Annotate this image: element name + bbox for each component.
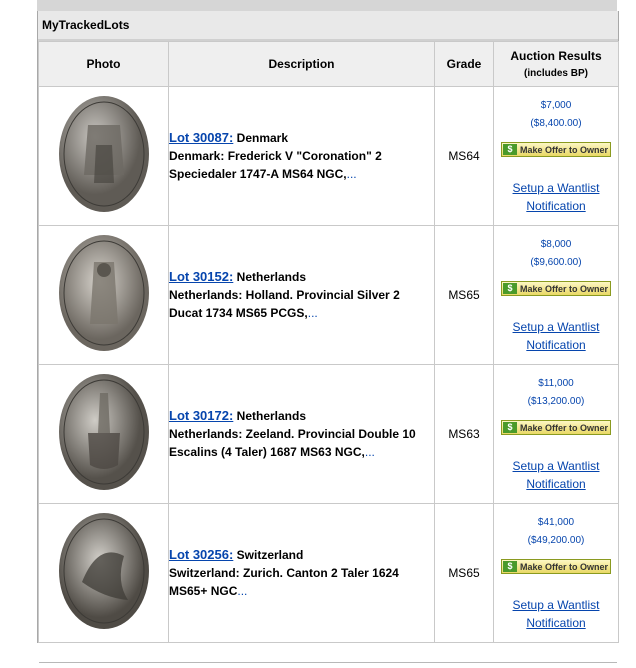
price: $8,000 [540,239,572,250]
price-bp: ($49,200.00) [527,535,585,546]
grade-cell: MS64 [434,86,494,226]
price-bp: ($8,400.00) [530,118,582,129]
dollar-icon: $ [503,561,517,572]
coin-photo[interactable] [58,512,150,630]
top-strip [37,0,617,11]
wantlist-line1: Setup a Wantlist [512,459,600,473]
price: $11,000 [538,378,574,389]
make-offer-button[interactable]: $ Make Offer to Owner [501,420,611,435]
photo-cell [38,364,169,504]
lot-description: Netherlands: Holland. Provincial Silver … [169,288,400,320]
wantlist-link[interactable]: Setup a Wantlist Notification [494,179,618,215]
header-results: Auction Results (includes BP) [493,41,619,87]
coin-photo[interactable] [58,234,150,352]
price-bp: ($13,200.00) [527,396,585,407]
wantlist-line2: Notification [526,477,586,491]
dollar-icon: $ [503,144,517,155]
lot-country: Switzerland [236,548,304,562]
dollar-icon: $ [503,283,517,294]
lot-country: Denmark [236,131,289,145]
more-link[interactable]: ... [308,306,318,320]
coin-photo[interactable] [58,373,150,491]
photo-cell [38,225,169,365]
lot-link[interactable]: Lot 30152: [169,269,233,284]
header-results-label: Auction Results [510,49,602,63]
wantlist-link[interactable]: Setup a Wantlist Notification [494,457,618,493]
wantlist-line1: Setup a Wantlist [512,598,600,612]
photo-cell [38,86,169,226]
table-row: Lot 30152: Netherlands Netherlands: Holl… [38,225,619,365]
table-row: Lot 30087: Denmark Denmark: Frederick V … [38,86,619,226]
results-cell: $11,000 ($13,200.00) $ Make Offer to Owne… [493,364,619,504]
description-cell: Lot 30172: Netherlands Netherlands: Zeel… [168,364,435,504]
lot-description: Switzerland: Zurich. Canton 2 Taler 1624… [169,566,399,598]
bottom-divider [39,662,617,663]
tracked-lots-panel: MyTrackedLots Photo Description Grade Au… [37,11,619,643]
dollar-icon: $ [503,422,517,433]
price: $41,000 [537,517,575,528]
description-cell: Lot 30152: Netherlands Netherlands: Holl… [168,225,435,365]
lot-country: Netherlands [236,409,307,423]
results-cell: $7,000 ($8,400.00) $ Make Offer to Owner … [493,86,619,226]
results-cell: $8,000 ($9,600.00) $ Make Offer to Owner … [493,225,619,365]
header-description: Description [168,41,435,87]
description-cell: Lot 30256: Switzerland Switzerland: Zuri… [168,503,435,643]
make-offer-button[interactable]: $ Make Offer to Owner [501,559,611,574]
grade-cell: MS65 [434,503,494,643]
wantlist-link[interactable]: Setup a Wantlist Notification [494,596,618,632]
wantlist-line2: Notification [526,338,586,352]
description-cell: Lot 30087: Denmark Denmark: Frederick V … [168,86,435,226]
make-offer-label: Make Offer to Owner [520,283,609,294]
price: $7,000 [540,100,572,111]
header-results-sub: (includes BP) [524,68,588,79]
lot-country: Netherlands [236,270,307,284]
more-link[interactable]: ... [365,445,375,459]
coin-photo[interactable] [58,95,150,213]
table-header-row: Photo Description Grade Auction Results … [38,41,619,87]
lots-table: Photo Description Grade Auction Results … [38,41,619,643]
photo-cell [38,503,169,643]
header-grade: Grade [434,41,494,87]
panel-title: MyTrackedLots [38,11,618,41]
lot-link[interactable]: Lot 30172: [169,408,233,423]
grade-cell: MS63 [434,364,494,504]
make-offer-button[interactable]: $ Make Offer to Owner [501,142,611,157]
lot-description: Netherlands: Zeeland. Provincial Double … [169,427,416,459]
table-row: Lot 30172: Netherlands Netherlands: Zeel… [38,364,619,504]
more-link[interactable]: ... [347,167,357,181]
more-link[interactable]: ... [237,584,247,598]
grade-cell: MS65 [434,225,494,365]
make-offer-button[interactable]: $ Make Offer to Owner [501,281,611,296]
results-cell: $41,000 ($49,200.00) $ Make Offer to Owne… [493,503,619,643]
wantlist-link[interactable]: Setup a Wantlist Notification [494,318,618,354]
table-row: Lot 30256: Switzerland Switzerland: Zuri… [38,503,619,643]
make-offer-label: Make Offer to Owner [520,144,609,155]
header-photo: Photo [38,41,169,87]
wantlist-line1: Setup a Wantlist [512,181,600,195]
make-offer-label: Make Offer to Owner [520,561,609,572]
lot-link[interactable]: Lot 30256: [169,547,233,562]
make-offer-label: Make Offer to Owner [520,422,609,433]
wantlist-line1: Setup a Wantlist [512,320,600,334]
wantlist-line2: Notification [526,199,586,213]
lot-link[interactable]: Lot 30087: [169,130,233,145]
wantlist-line2: Notification [526,616,586,630]
price-bp: ($9,600.00) [530,257,582,268]
